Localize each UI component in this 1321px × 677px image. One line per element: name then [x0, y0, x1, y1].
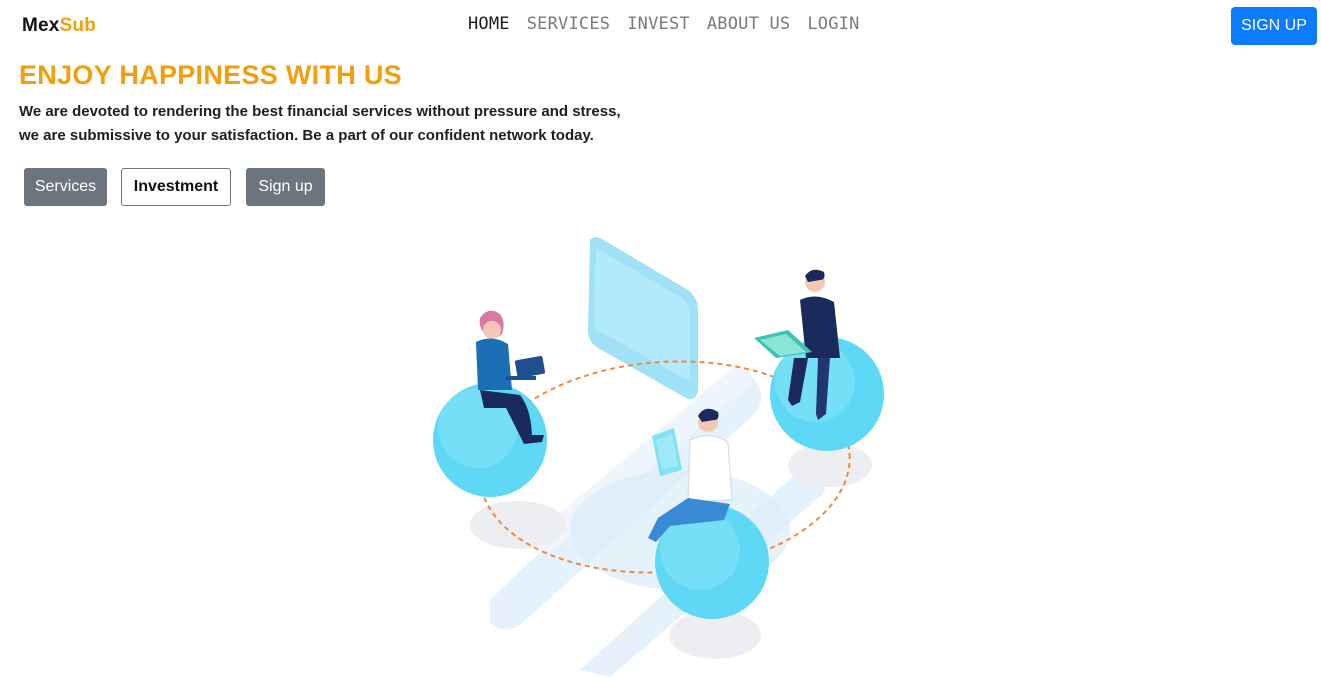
hero-title: ENJOY HAPPINESS WITH US: [19, 60, 402, 90]
investment-button[interactable]: Investment: [121, 168, 231, 206]
hero-line-1: We are devoted to rendering the best fin…: [19, 103, 621, 120]
nav-login-link[interactable]: LOGIN: [807, 14, 859, 34]
shadow-left: [470, 501, 566, 549]
brand-part-2: Sub: [59, 15, 97, 36]
main-nav: HOME SERVICES INVEST ABOUT US LOGIN: [468, 14, 877, 34]
signup-hero-button[interactable]: Sign up: [246, 168, 325, 206]
brand-part-1: Mex: [22, 15, 60, 36]
nav-about-link[interactable]: ABOUT US: [707, 14, 790, 34]
person-man-right: [754, 269, 840, 420]
nav-home-link[interactable]: HOME: [468, 14, 510, 34]
hero-illustration: [433, 237, 884, 677]
floating-screen: [588, 237, 698, 399]
nav-services-link[interactable]: SERVICES: [527, 14, 610, 34]
hero-line-2: we are submissive to your satisfaction. …: [19, 127, 594, 144]
signup-button[interactable]: SIGN UP: [1231, 7, 1317, 45]
hero-description: We are devoted to rendering the best fin…: [19, 100, 679, 148]
services-button[interactable]: Services: [24, 168, 107, 206]
brand-logo[interactable]: MexSub: [22, 15, 96, 37]
nav-invest-link[interactable]: INVEST: [627, 14, 690, 34]
navbar: MexSub HOME SERVICES INVEST ABOUT US LOG…: [0, 0, 1321, 52]
